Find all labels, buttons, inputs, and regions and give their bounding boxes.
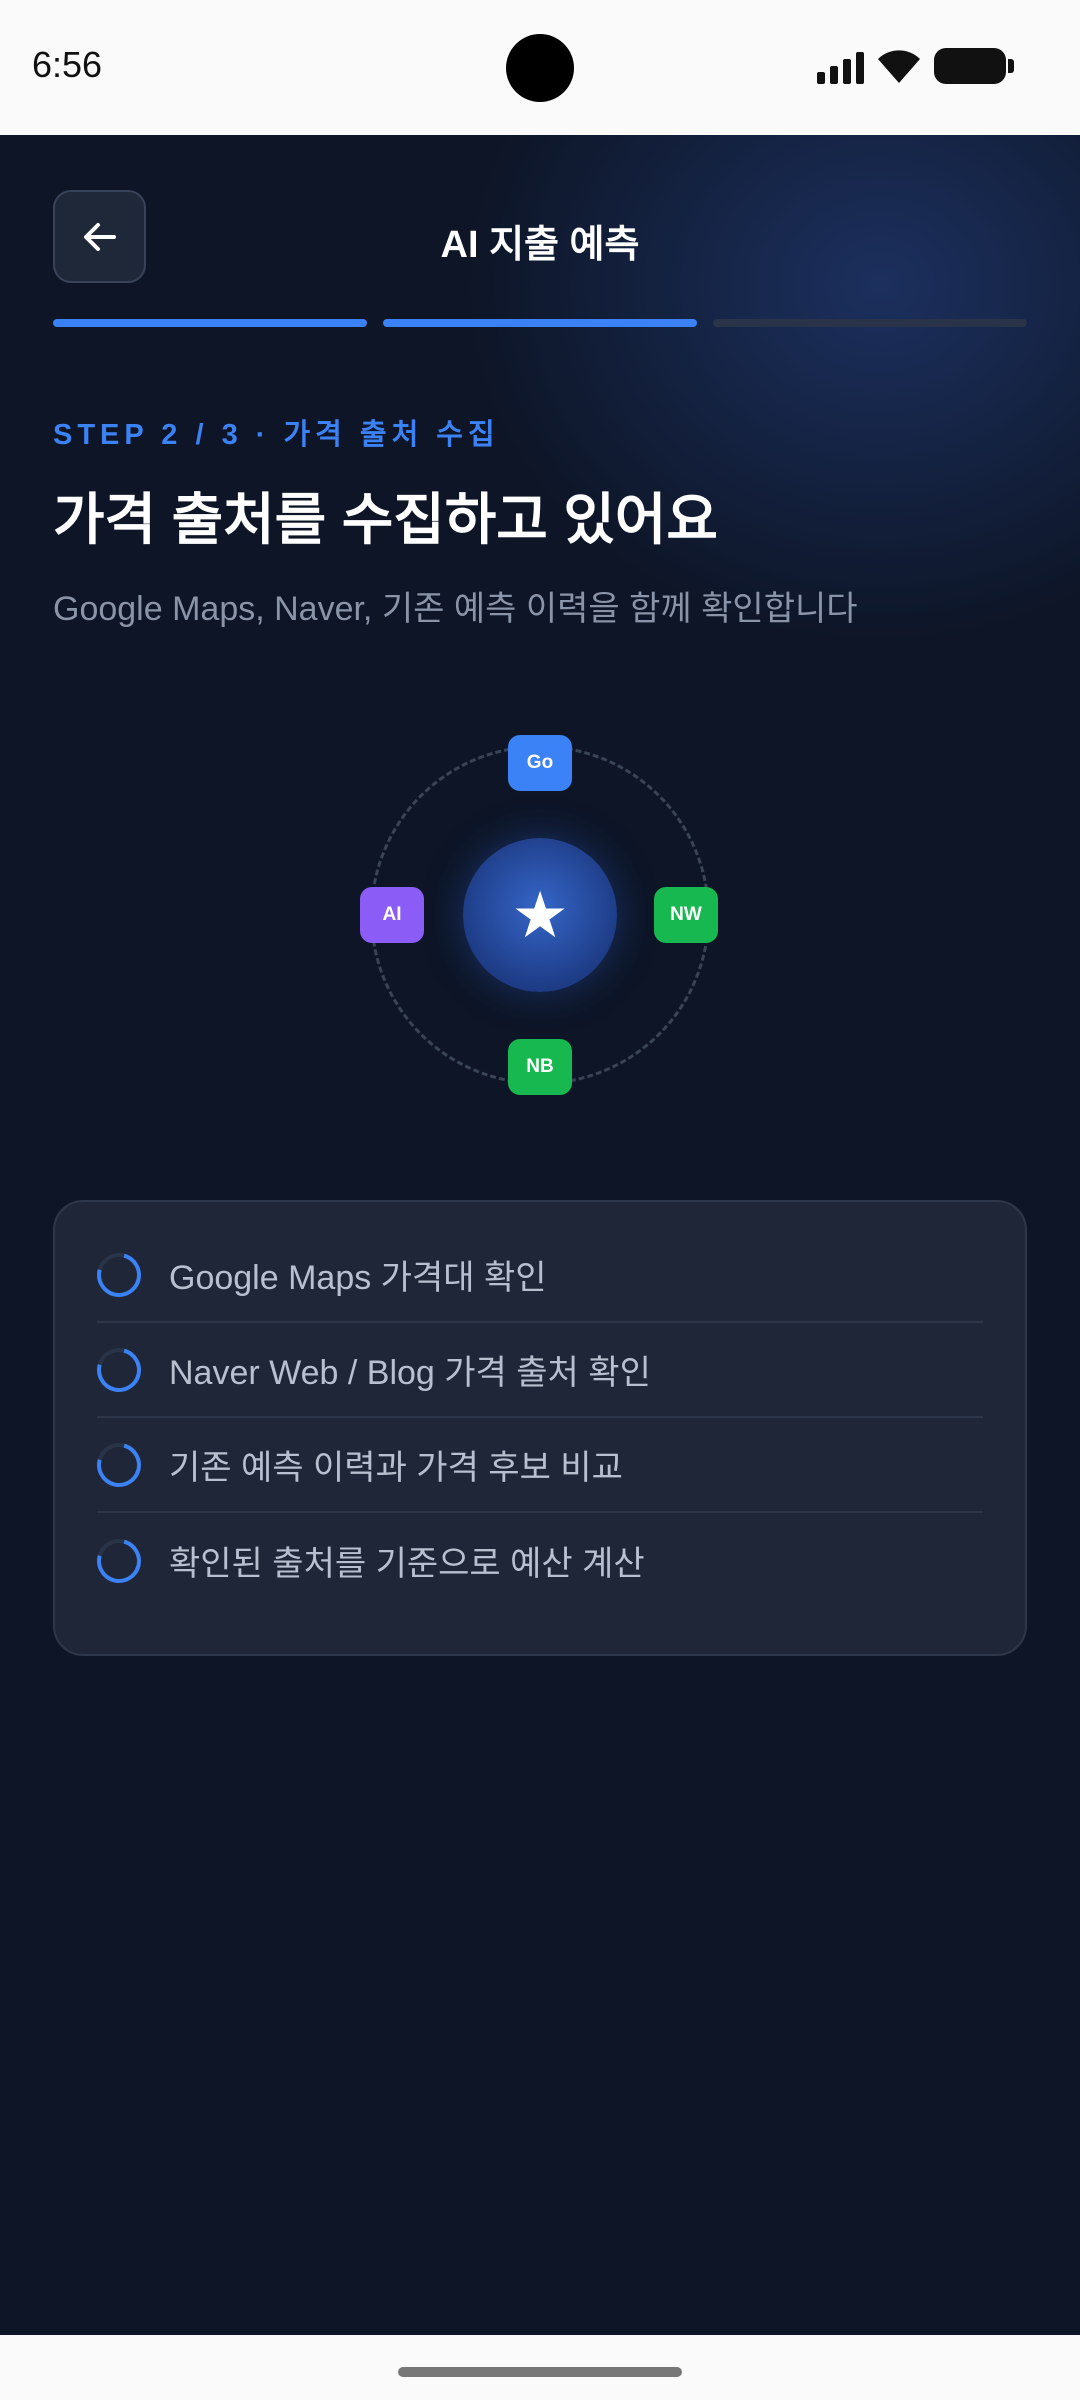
page-subtitle: Google Maps, Naver, 기존 예측 이력을 함께 확인합니다 [53, 590, 858, 628]
wifi-icon [878, 49, 920, 83]
loading-spinner-icon [88, 1530, 150, 1591]
list-item: 기존 예측 이력과 가격 후보 비교 [88, 1418, 983, 1513]
list-item-label: Google Maps 가격대 확인 [169, 1259, 547, 1297]
progress-segment-2 [383, 319, 697, 327]
battery-icon [934, 48, 1014, 84]
star-icon: ★ [511, 879, 569, 951]
list-item-label: Naver Web / Blog 가격 출처 확인 [169, 1354, 651, 1392]
loading-spinner-icon [88, 1434, 150, 1495]
system-nav-bar [0, 2335, 1080, 2400]
source-chip-naver-blog: NB [508, 1039, 572, 1095]
list-item-label: 기존 예측 이력과 가격 후보 비교 [169, 1449, 623, 1487]
progress-segment-3 [713, 319, 1027, 327]
status-bar: 6:56 [0, 0, 1080, 135]
progress-segment-1 [53, 319, 367, 327]
step-label: STEP 2 / 3 · 가격 출처 수집 [53, 419, 500, 451]
list-item-label: 확인된 출처를 기준으로 예산 계산 [169, 1545, 645, 1583]
list-item: 확인된 출처를 기준으로 예산 계산 [88, 1513, 983, 1608]
source-orbit: ★ Go NW NB AI [360, 735, 720, 1095]
step-progress [53, 319, 1027, 327]
home-indicator[interactable] [398, 2367, 682, 2377]
page-title: 가격 출처를 수집하고 있어요 [53, 488, 718, 551]
camera-cutout [506, 34, 574, 102]
source-chip-naver-web: NW [654, 887, 718, 943]
list-item: Google Maps 가격대 확인 [88, 1228, 983, 1323]
orbit-core: ★ [463, 838, 617, 992]
loading-spinner-icon [88, 1339, 150, 1400]
list-item: Naver Web / Blog 가격 출처 확인 [88, 1323, 983, 1418]
source-chip-ai: AI [360, 887, 424, 943]
signal-icon [817, 48, 864, 84]
progress-checklist: Google Maps 가격대 확인 Naver Web / Blog 가격 출… [53, 1200, 1027, 1656]
header-title: AI 지출 예측 [440, 224, 640, 266]
app-screen: AI 지출 예측 STEP 2 / 3 · 가격 출처 수집 가격 출처를 수집… [0, 135, 1080, 2335]
status-icons [817, 48, 1014, 84]
source-chip-google: Go [508, 735, 572, 791]
loading-spinner-icon [88, 1244, 150, 1305]
status-time: 6:56 [32, 44, 103, 85]
